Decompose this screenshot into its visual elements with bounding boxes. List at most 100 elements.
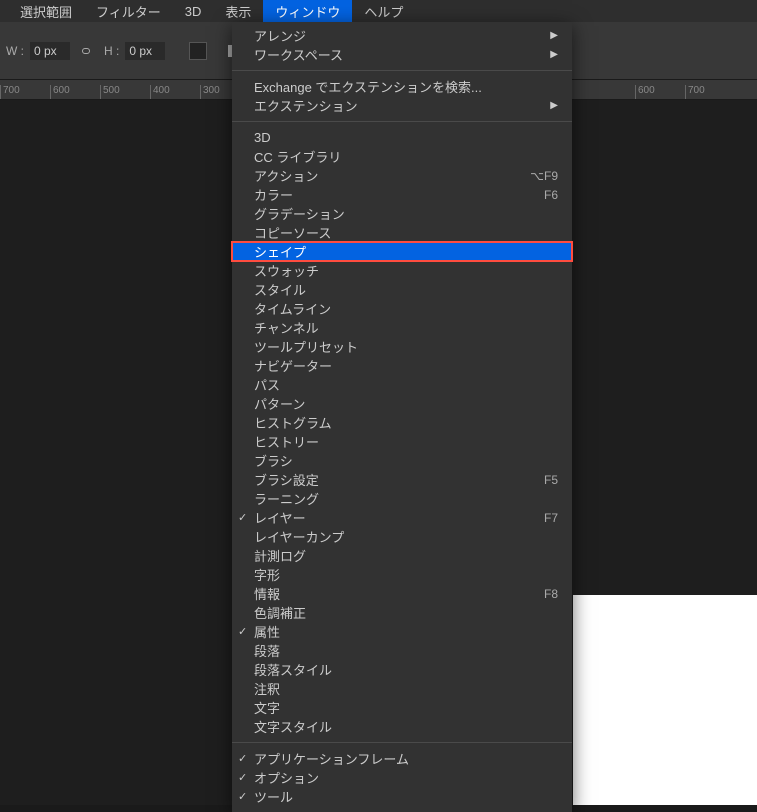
menu-separator	[232, 121, 572, 122]
menu-item[interactable]: グラデーション	[232, 204, 572, 223]
menu-item-label: 情報	[254, 584, 544, 603]
menu-item[interactable]: ワークスペース▶	[232, 45, 572, 64]
height-input[interactable]	[125, 42, 165, 60]
menu-item[interactable]: アクション⌥F9	[232, 166, 572, 185]
menu-item[interactable]: パターン	[232, 394, 572, 413]
menu-select[interactable]: 選択範囲	[8, 0, 84, 24]
menu-item-label: 色調補正	[254, 603, 558, 622]
menu-window[interactable]: ウィンドウ	[263, 0, 352, 24]
menu-item[interactable]: ブラシ設定F5	[232, 470, 572, 489]
menu-item[interactable]: カラーF6	[232, 185, 572, 204]
menu-help[interactable]: ヘルプ	[352, 0, 415, 24]
menu-shortcut: ⌥F9	[530, 169, 558, 183]
ruler-tick: 600	[635, 85, 685, 99]
menu-item[interactable]: CC ライブラリ	[232, 147, 572, 166]
ruler-tick: 700	[0, 85, 50, 99]
menu-item[interactable]: ✓ オプション	[232, 768, 572, 787]
height-label: H :	[104, 44, 119, 58]
menu-item[interactable]: シェイプ	[232, 242, 572, 261]
menu-item[interactable]: ラーニング	[232, 489, 572, 508]
menu-item[interactable]: スウォッチ	[232, 261, 572, 280]
menu-separator	[232, 70, 572, 71]
menu-item[interactable]: パス	[232, 375, 572, 394]
menu-item[interactable]: エクステンション▶	[232, 96, 572, 115]
menu-item[interactable]: ツールプリセット	[232, 337, 572, 356]
menu-item[interactable]: スタイル	[232, 280, 572, 299]
menu-item-label: 文字	[254, 698, 558, 717]
menu-item[interactable]: Exchange でエクステンションを検索...	[232, 77, 572, 96]
ruler-tick: 400	[150, 85, 200, 99]
menu-item-label: Exchange でエクステンションを検索...	[254, 77, 558, 96]
menu-item-label: タイムライン	[254, 299, 558, 318]
menu-view[interactable]: 表示	[213, 0, 263, 24]
menu-item-label: カラー	[254, 185, 544, 204]
menu-item-label: レイヤーカンプ	[254, 527, 558, 546]
menu-item-label: エクステンション	[254, 96, 550, 115]
menu-item-label: ツール	[254, 787, 558, 806]
menu-item-label: ヒストリー	[254, 432, 558, 451]
menu-item[interactable]: ヒストリー	[232, 432, 572, 451]
menu-item[interactable]: ヒストグラム	[232, 413, 572, 432]
menu-item[interactable]: アレンジ▶	[232, 26, 572, 45]
menu-item-label: 文字スタイル	[254, 717, 558, 736]
menu-item[interactable]: 字形	[232, 565, 572, 584]
panel-area	[573, 595, 757, 805]
menu-item[interactable]: 段落スタイル	[232, 660, 572, 679]
menu-item[interactable]: 文字スタイル	[232, 717, 572, 736]
menu-item[interactable]: 段落	[232, 641, 572, 660]
menu-separator	[232, 742, 572, 743]
color-swatch[interactable]	[189, 42, 207, 60]
menu-item[interactable]: 情報F8	[232, 584, 572, 603]
check-icon: ✓	[238, 771, 247, 784]
menu-item-label: CC ライブラリ	[254, 147, 558, 166]
width-input[interactable]	[30, 42, 70, 60]
menu-item-label: 注釈	[254, 679, 558, 698]
check-icon: ✓	[238, 625, 247, 638]
menu-item-label: アクション	[254, 166, 530, 185]
menu-item[interactable]: ✓ ツール	[232, 787, 572, 806]
menu-item-label: チャンネル	[254, 318, 558, 337]
submenu-arrow-icon: ▶	[550, 30, 558, 41]
menu-item-label: アレンジ	[254, 26, 550, 45]
menu-item-label: スウォッチ	[254, 261, 558, 280]
menu-item-label: アプリケーションフレーム	[254, 749, 558, 768]
menu-item[interactable]: ✓属性	[232, 622, 572, 641]
menu-item-label: ブラシ	[254, 451, 558, 470]
menu-item[interactable]: チャンネル	[232, 318, 572, 337]
menu-item-label: コピーソース	[254, 223, 558, 242]
check-icon: ✓	[238, 752, 247, 765]
menu-item[interactable]: ✓レイヤーF7	[232, 508, 572, 527]
menu-item-label: グラデーション	[254, 204, 558, 223]
menu-item-label: ヒストグラム	[254, 413, 558, 432]
menu-item[interactable]: レイヤーカンプ	[232, 527, 572, 546]
menu-item-label: 計測ログ	[254, 546, 558, 565]
menu-item[interactable]: コピーソース	[232, 223, 572, 242]
menu-item[interactable]: 文字	[232, 698, 572, 717]
menu-3d[interactable]: 3D	[173, 1, 214, 22]
menu-item[interactable]: ✓ アプリケーションフレーム	[232, 749, 572, 768]
menu-item[interactable]: 計測ログ	[232, 546, 572, 565]
menu-shortcut: F5	[544, 473, 558, 487]
menu-item-label: シェイプ	[254, 242, 558, 261]
link-icon[interactable]	[76, 43, 96, 59]
menu-shortcut: F6	[544, 188, 558, 202]
menu-filter[interactable]: フィルター	[84, 0, 173, 24]
window-menu-dropdown: アレンジ▶ワークスペース▶Exchange でエクステンションを検索...エクス…	[232, 22, 572, 812]
menu-item[interactable]: ナビゲーター	[232, 356, 572, 375]
menu-item[interactable]: ブラシ	[232, 451, 572, 470]
menu-item-label: 字形	[254, 565, 558, 584]
menu-item[interactable]: 色調補正	[232, 603, 572, 622]
menu-shortcut: F7	[544, 511, 558, 525]
menu-item-label: 段落スタイル	[254, 660, 558, 679]
check-icon: ✓	[238, 511, 247, 524]
menu-item[interactable]: 3D	[232, 128, 572, 147]
menu-item[interactable]: タイムライン	[232, 299, 572, 318]
menu-item-label: 段落	[254, 641, 558, 660]
menu-item-label: ワークスペース	[254, 45, 550, 64]
width-label: W :	[6, 44, 24, 58]
menu-item-label: オプション	[254, 768, 558, 787]
menu-item-label: 3D	[254, 130, 558, 145]
ruler-tick: 700	[685, 85, 735, 99]
menu-item[interactable]: 注釈	[232, 679, 572, 698]
check-icon: ✓	[238, 790, 247, 803]
